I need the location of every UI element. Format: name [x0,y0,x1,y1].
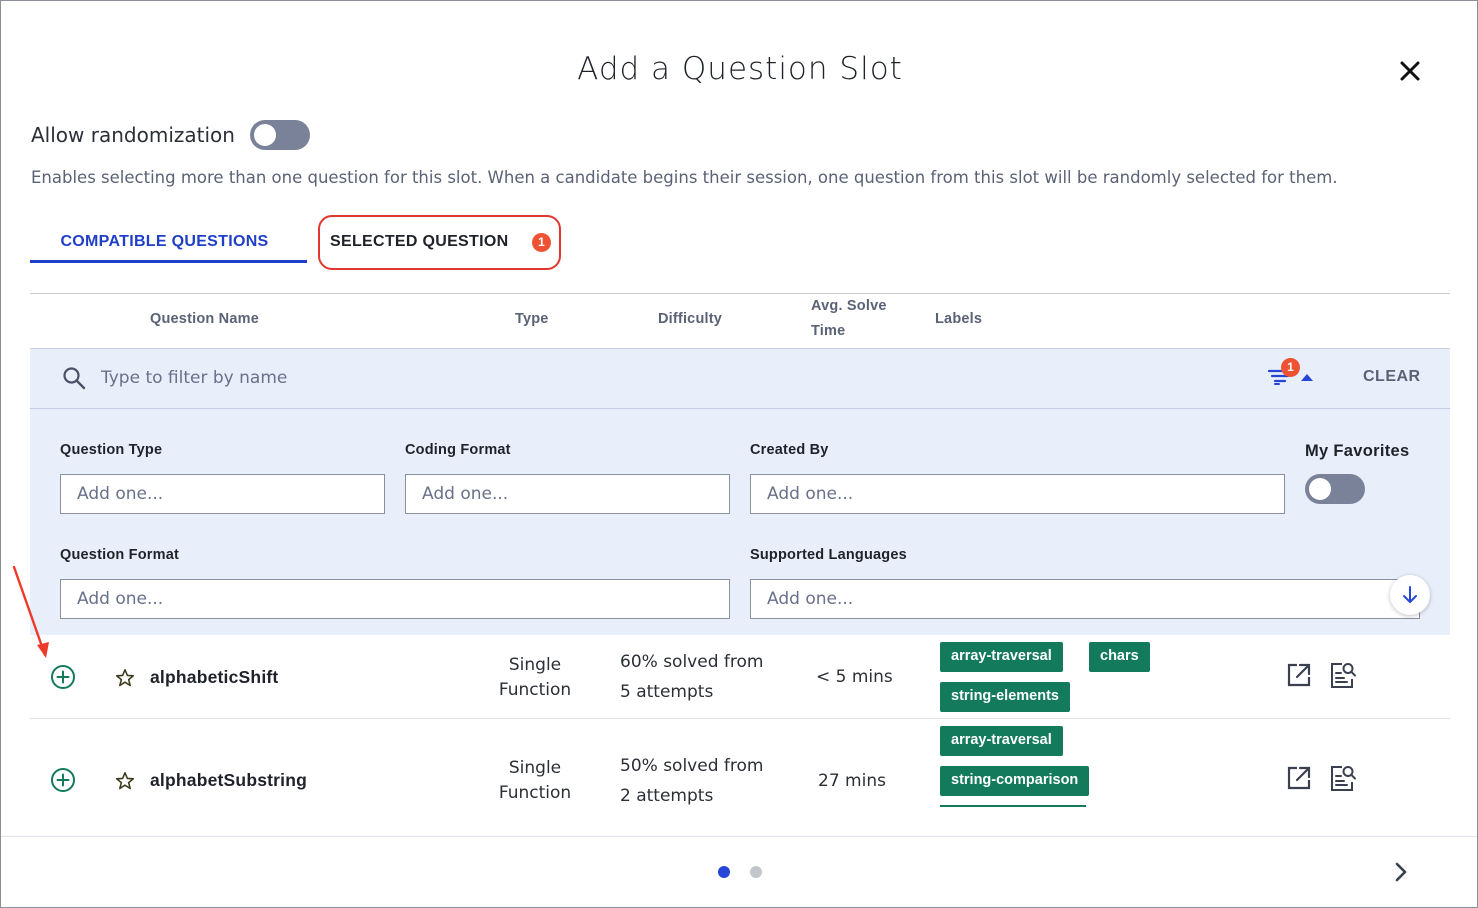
add-question-button[interactable] [49,663,77,691]
favorite-button[interactable] [114,667,136,689]
search-icon [61,365,87,391]
document-search-icon [1331,766,1356,791]
question-type-line2: Function [498,783,572,803]
filter-count-badge: 1 [1281,358,1300,377]
plus-circle-icon [51,665,75,689]
my-favorites-label: My Favorites [1305,442,1410,460]
star-icon [115,668,135,687]
tab-compatible-label: COMPATIBLE QUESTIONS [60,233,269,250]
tab-compatible-questions[interactable]: COMPATIBLE QUESTIONS [30,223,307,263]
question-name[interactable]: alphabeticShift [150,667,278,688]
question-difficulty: 50% solved from 2 attempts [620,751,763,811]
scroll-down-button[interactable] [1390,575,1430,615]
chevron-right-icon [1395,862,1407,882]
randomization-description: Enables selecting more than one question… [31,168,1338,187]
close-button[interactable] [1393,54,1427,88]
created-by-label: Created By [750,442,829,458]
header-type: Type [515,311,549,327]
avg-solve-time: 27 mins [818,771,886,791]
difficulty-line1: 50% solved from [620,756,764,776]
header-difficulty: Difficulty [658,311,723,327]
coding-format-input[interactable] [405,474,730,514]
question-name[interactable]: alphabetSubstring [150,770,307,791]
toggle-knob [254,124,276,146]
filter-toggle-button[interactable]: 1 [1266,357,1316,389]
question-type-label: Question Type [60,442,163,458]
row-divider [30,718,1450,719]
favorite-button[interactable] [114,770,136,792]
question-difficulty: 60% solved from 5 attempts [620,647,763,707]
preview-question-button[interactable] [1328,763,1358,793]
add-question-slot-modal: Add a Question Slot Allow randomization … [0,0,1478,908]
document-search-icon [1331,663,1356,688]
clear-filters-button[interactable]: CLEAR [1363,368,1421,386]
question-type-input[interactable] [60,474,385,514]
external-link-icon [1287,663,1311,687]
difficulty-line2: 2 attempts [620,786,714,806]
open-question-button[interactable] [1284,660,1314,690]
my-favorites-toggle[interactable] [1305,474,1365,504]
modal-title: Add a Question Slot [577,51,903,87]
supported-languages-input[interactable] [750,579,1420,619]
arrow-down-icon [1403,586,1417,603]
page-dot-2[interactable] [750,866,762,878]
question-type-line2: Function [498,680,572,700]
label-tag[interactable]: array-traversal [940,726,1063,756]
randomization-label: Allow randomization [31,123,235,147]
label-tag[interactable]: chars [1089,642,1150,672]
label-tag[interactable]: array-traversal [940,642,1063,672]
preview-question-button[interactable] [1328,660,1358,690]
star-icon [115,771,135,790]
coding-format-label: Coding Format [405,442,511,458]
question-format-label: Question Format [60,547,180,563]
close-icon[interactable] [1393,54,1427,88]
search-row-divider [30,408,1450,409]
question-type-line1: Single [508,758,562,778]
add-question-button[interactable] [49,766,77,794]
avg-solve-time: < 5 mins [816,667,893,687]
external-link-icon [1287,766,1311,790]
selected-count-badge: 1 [532,233,551,252]
label-tag-overflow [940,805,1086,807]
open-question-button[interactable] [1284,763,1314,793]
header-divider [30,293,1450,294]
footer-divider [1,836,1477,837]
page-dot-1[interactable] [718,866,730,878]
plus-circle-icon [51,768,75,792]
difficulty-line2: 5 attempts [620,682,714,702]
question-type-line1: Single [508,655,562,675]
tab-selected-label: SELECTED QUESTION [330,233,509,250]
header-avg-solve-line1: Avg. Solve [811,298,887,314]
tab-selected-question[interactable]: SELECTED QUESTION 1 [318,215,561,270]
question-type: Single Function [475,756,595,806]
header-question-name: Question Name [150,311,259,327]
randomization-toggle[interactable] [250,120,310,150]
search-input[interactable] [101,365,601,391]
label-tag[interactable]: string-elements [940,682,1070,712]
supported-languages-label: Supported Languages [750,547,907,563]
next-page-button[interactable] [1387,858,1415,886]
question-type: Single Function [475,653,595,703]
question-format-input[interactable] [60,579,730,619]
created-by-input[interactable] [750,474,1285,514]
header-labels: Labels [935,311,983,327]
toggle-knob [1309,478,1331,500]
difficulty-line1: 60% solved from [620,652,764,672]
label-tag[interactable]: string-comparison [940,766,1090,796]
header-avg-solve-line2: Time [811,323,846,339]
